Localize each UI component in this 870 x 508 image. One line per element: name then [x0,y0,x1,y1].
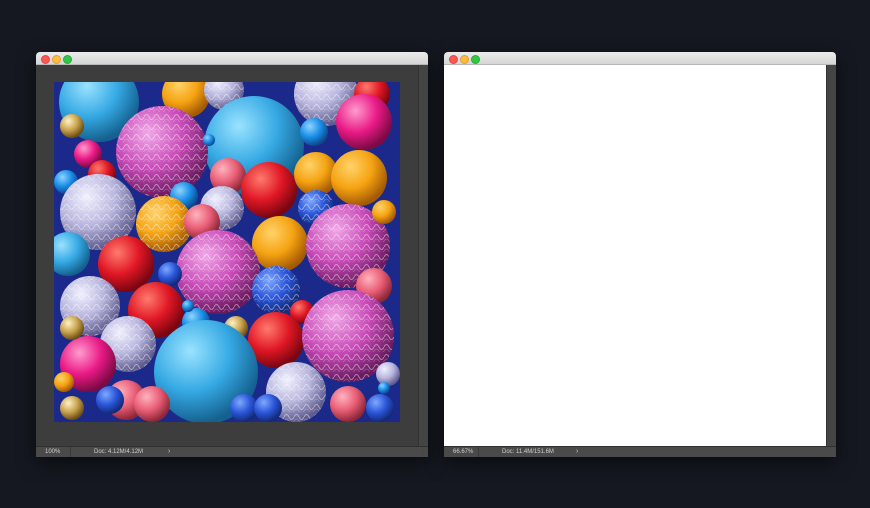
ball [60,396,84,420]
zoom-level[interactable]: 66.67% [453,447,473,457]
document-window-left: 100% Doc: 4.12M/4.12M › [36,52,428,457]
vertical-scrollbar[interactable] [826,65,836,447]
ball [254,394,282,422]
ball [376,362,400,386]
ball [252,216,308,272]
status-divider [70,447,71,457]
title-bar[interactable] [444,52,836,65]
ball-texture [116,106,208,198]
chevron-right-icon[interactable]: › [168,447,170,457]
ball [241,162,297,218]
minimize-button[interactable] [460,55,469,64]
colorful-balls-image[interactable] [54,82,400,422]
minimize-button[interactable] [52,55,61,64]
ball [331,150,387,206]
ball [96,386,124,414]
ball [54,372,74,392]
ball [378,382,390,394]
ball [336,94,392,150]
ball [372,200,396,224]
status-bar: 66.67% Doc: 11.4M/151.6M › [444,446,836,457]
vertical-scrollbar[interactable] [418,65,428,447]
chevron-right-icon[interactable]: › [576,447,578,457]
canvas-area[interactable] [36,65,428,447]
ball [182,300,194,312]
ball [158,262,182,286]
document-size: Doc: 11.4M/151.6M [502,449,554,455]
zoom-button[interactable] [63,55,72,64]
close-button[interactable] [41,55,50,64]
document-size: Doc: 4.12M/4.12M [94,449,144,455]
status-bar: 100% Doc: 4.12M/4.12M › [36,446,428,457]
title-bar[interactable] [36,52,428,65]
ball [230,394,258,422]
ball [60,316,84,340]
blank-white-canvas[interactable] [444,65,827,447]
ball [60,114,84,138]
ball [203,134,215,146]
status-divider [478,447,479,457]
ball [300,118,328,146]
zoom-button[interactable] [471,55,480,64]
zoom-level[interactable]: 100% [45,447,60,457]
document-window-right: 66.67% Doc: 11.4M/151.6M › [444,52,836,457]
ball [366,394,394,422]
ball [134,386,170,422]
close-button[interactable] [449,55,458,64]
ball [330,386,366,422]
balls-group [54,82,400,422]
